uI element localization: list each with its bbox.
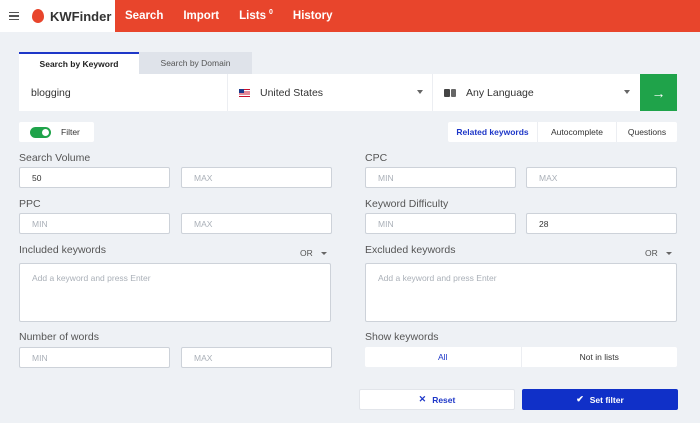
search-go-button[interactable]: →	[640, 74, 677, 111]
language-icon	[444, 88, 456, 97]
country-select[interactable]: United States	[227, 74, 432, 111]
excluded-operator-select[interactable]: OR	[645, 248, 672, 258]
included-operator-select[interactable]: OR	[300, 248, 327, 258]
kd-min-field[interactable]: MIN	[365, 213, 516, 234]
nav-search[interactable]: Search	[115, 0, 173, 32]
keyword-difficulty-label: Keyword Difficulty	[365, 198, 449, 210]
nav-import[interactable]: Import	[173, 0, 229, 32]
cpc-max-field[interactable]: MAX	[526, 167, 677, 188]
nav-search-label: Search	[125, 10, 164, 22]
language-value: Any Language	[466, 86, 534, 99]
show-keywords-toggle: All Not in lists	[365, 347, 677, 367]
ppc-min-field[interactable]: MIN	[19, 213, 170, 234]
tab-questions[interactable]: Questions	[616, 122, 677, 142]
brand: KWFinder	[0, 0, 115, 32]
chevron-down-icon	[624, 90, 630, 94]
nav-history-label: History	[292, 10, 333, 22]
tab-search-by-keyword[interactable]: Search by Keyword	[19, 52, 139, 74]
excluded-keywords-label: Excluded keywords	[365, 244, 456, 256]
filter-toggle[interactable]: Filter	[19, 122, 94, 142]
arrow-right-icon: →	[651, 84, 666, 101]
kwfinder-logo-icon	[32, 9, 44, 23]
filter-label: Filter	[61, 127, 80, 137]
language-select[interactable]: Any Language	[432, 74, 639, 111]
us-flag-icon	[239, 88, 250, 97]
close-icon: ✕	[418, 394, 427, 404]
chevron-down-icon	[320, 251, 327, 255]
search-volume-max-field[interactable]: MAX	[181, 167, 332, 188]
top-navigation-bar: KWFinder Search Import Lists 0 History	[0, 0, 700, 32]
tab-search-by-domain[interactable]: Search by Domain	[139, 52, 252, 74]
nav-import-label: Import	[183, 10, 220, 22]
words-max-field[interactable]: MAX	[181, 347, 332, 368]
chevron-down-icon	[665, 251, 672, 255]
cpc-label: CPC	[365, 152, 388, 164]
words-min-field[interactable]: MIN	[19, 347, 170, 368]
included-keywords-label: Included keywords	[19, 244, 106, 256]
reset-label: Reset	[432, 394, 456, 405]
included-keywords-input[interactable]: Add a keyword and press Enter	[19, 263, 331, 322]
included-operator-value: OR	[300, 248, 313, 258]
lists-count-badge: 0	[268, 8, 273, 16]
excluded-operator-value: OR	[645, 248, 658, 258]
tab-related-keywords[interactable]: Related keywords	[448, 122, 537, 142]
nav-lists[interactable]: Lists 0	[229, 0, 283, 32]
search-volume-label: Search Volume	[19, 152, 91, 164]
keyword-input[interactable]	[19, 74, 227, 111]
country-value: United States	[260, 86, 324, 99]
nav-history[interactable]: History	[283, 0, 343, 32]
number-of-words-label: Number of words	[19, 331, 99, 343]
nav-lists-label: Lists	[239, 10, 266, 22]
search-volume-min-field[interactable]: 50	[19, 167, 170, 188]
show-not-in-lists-option[interactable]: Not in lists	[520, 347, 678, 367]
check-icon: ✔	[576, 394, 584, 404]
show-all-option[interactable]: All	[365, 347, 521, 367]
toggle-switch[interactable]	[30, 126, 51, 138]
ppc-label: PPC	[19, 198, 41, 210]
chevron-down-icon	[417, 90, 423, 94]
hamburger-menu-icon[interactable]	[9, 11, 19, 21]
app-name: KWFinder	[50, 8, 112, 24]
ppc-max-field[interactable]: MAX	[181, 213, 332, 234]
set-filter-label: Set filter	[589, 394, 624, 405]
cpc-min-field[interactable]: MIN	[365, 167, 516, 188]
keyword-mode-tabs: Related keywords Autocomplete Questions	[448, 122, 677, 142]
show-keywords-label: Show keywords	[365, 331, 439, 343]
reset-button[interactable]: ✕ Reset	[359, 389, 515, 410]
tab-autocomplete[interactable]: Autocomplete	[537, 122, 616, 142]
kd-max-field[interactable]: 28	[526, 213, 677, 234]
set-filter-button[interactable]: ✔ Set filter	[522, 389, 678, 410]
search-row: United States Any Language →	[19, 74, 677, 111]
excluded-keywords-input[interactable]: Add a keyword and press Enter	[365, 263, 677, 322]
